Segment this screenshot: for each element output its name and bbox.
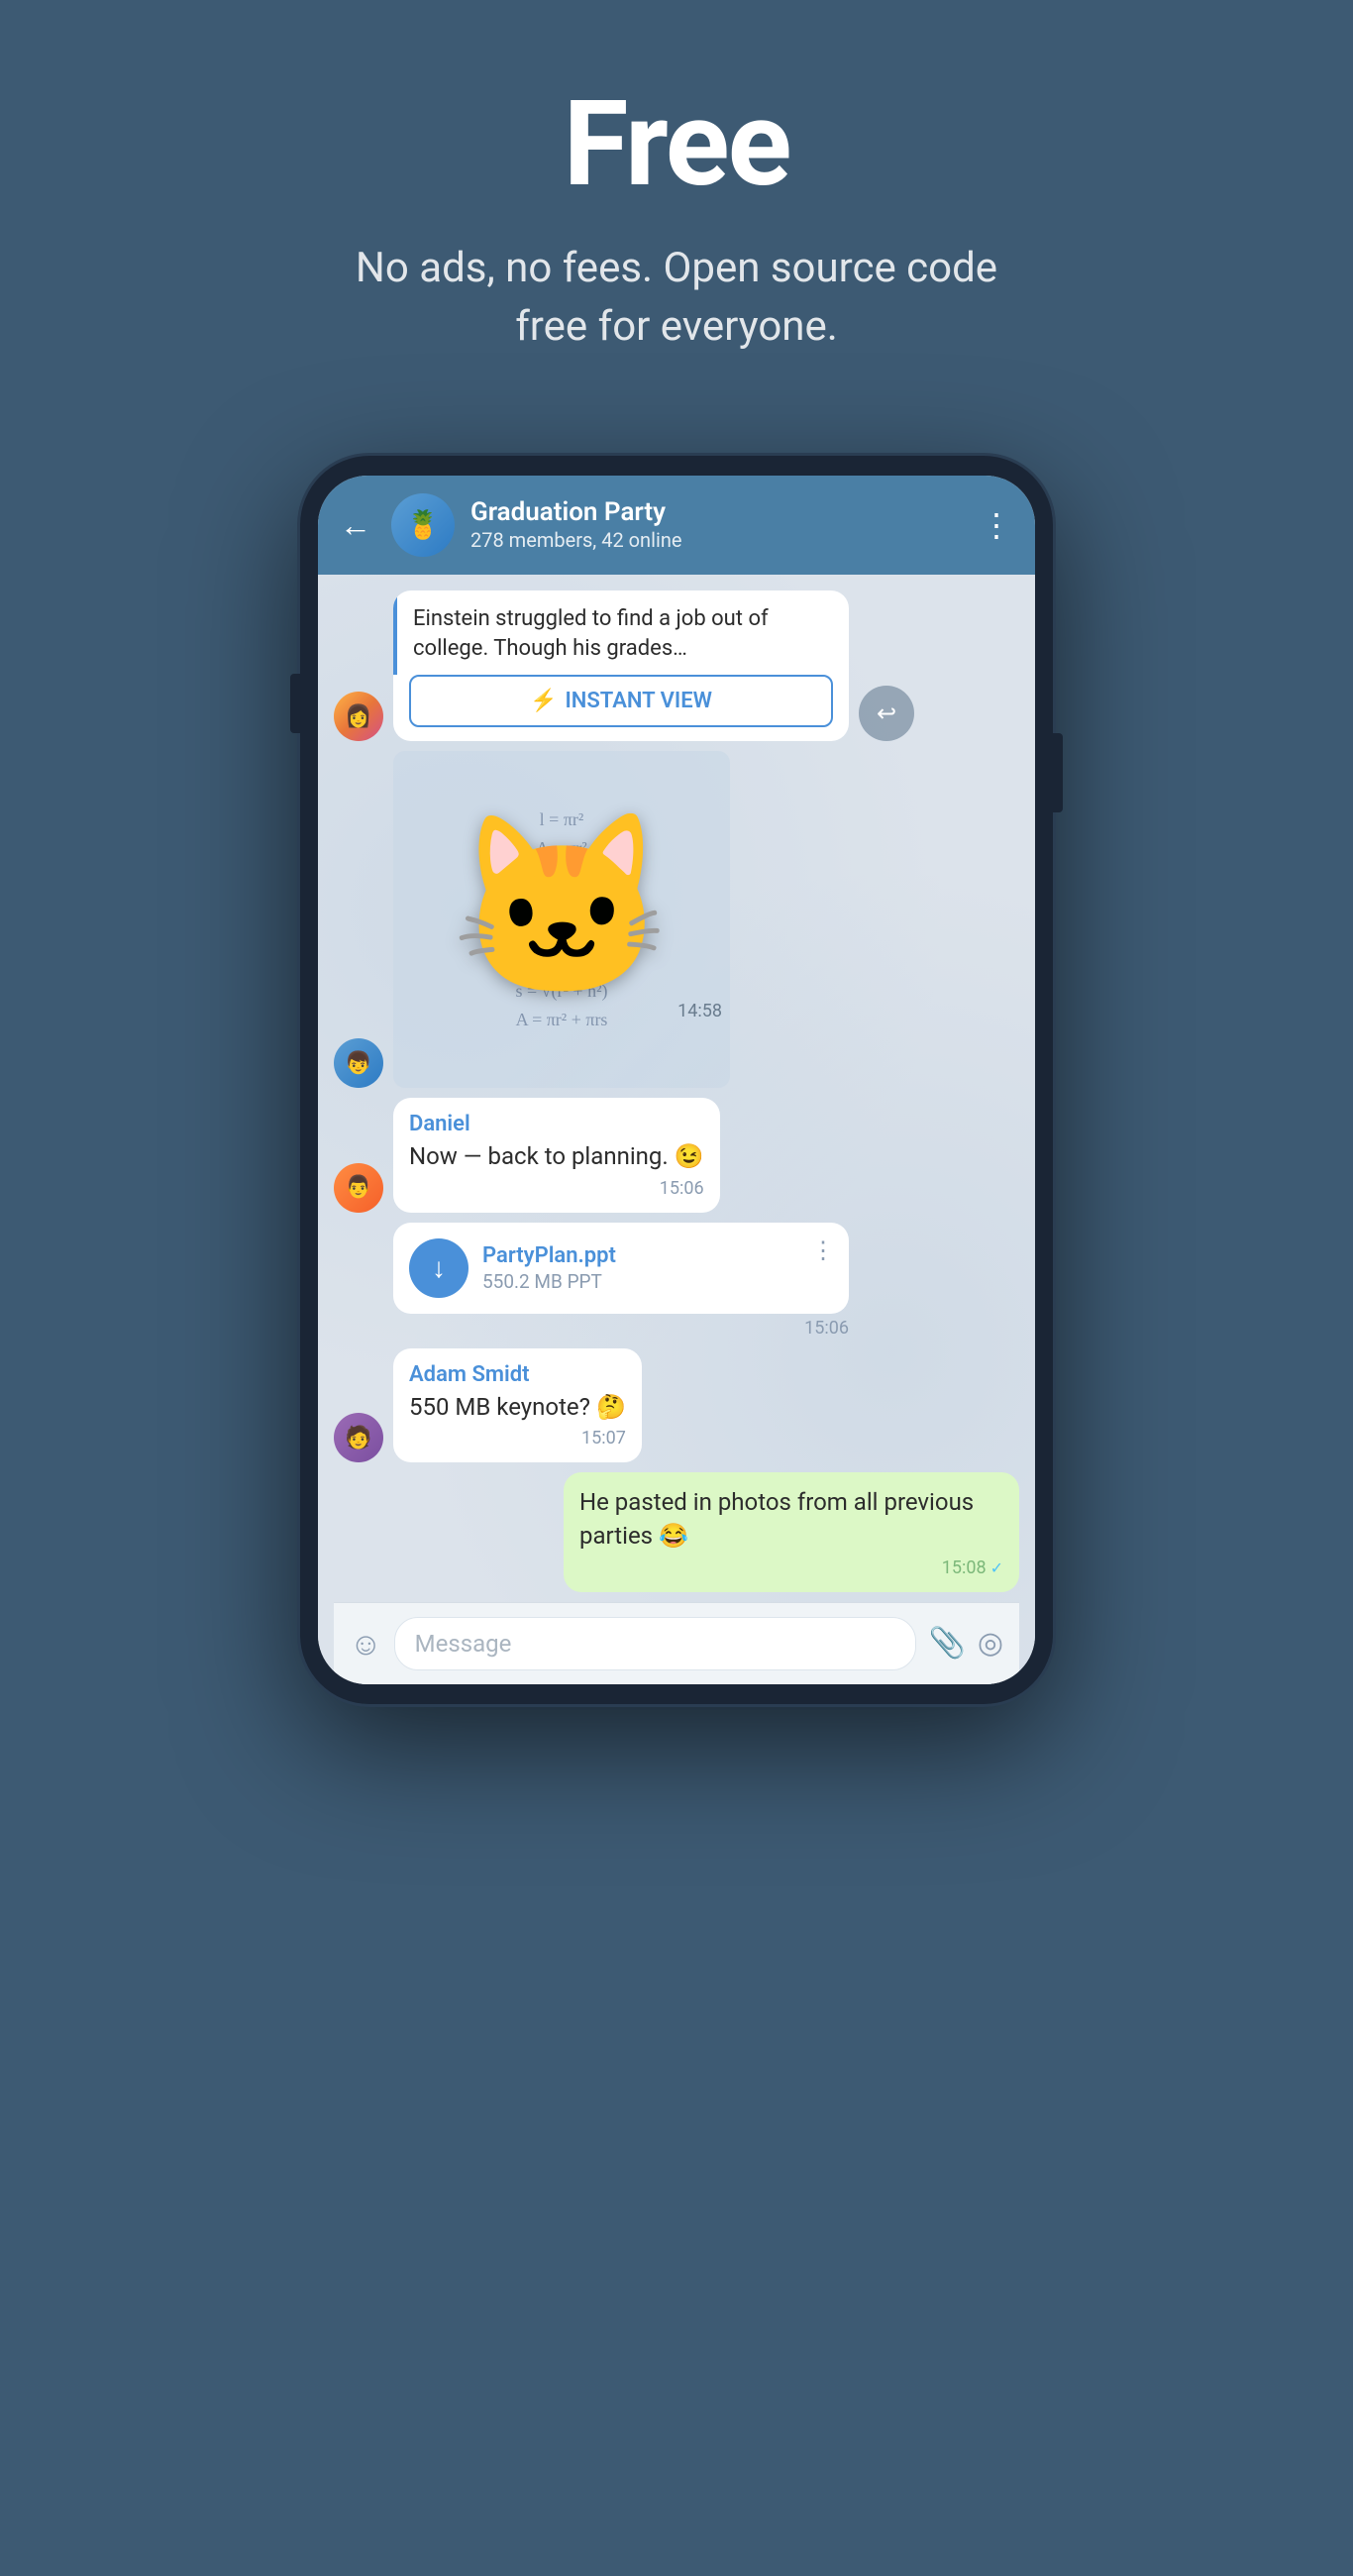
- group-members: 278 members, 42 online: [470, 528, 965, 552]
- emoji-button[interactable]: ☺: [350, 1625, 382, 1663]
- hero-subtitle: No ads, no fees. Open source code free f…: [330, 240, 1023, 357]
- own-message-bubble: He pasted in photos from all previous pa…: [564, 1472, 1019, 1591]
- attach-button[interactable]: 📎: [928, 1626, 965, 1661]
- download-icon: ↓: [432, 1251, 446, 1284]
- adam-bubble: Adam Smidt 550 MB keynote? 🤔 15:07: [393, 1348, 642, 1463]
- own-message-time: 15:08 ✓: [579, 1557, 1003, 1578]
- adam-message-time: 15:07: [409, 1428, 626, 1449]
- instant-view-label: INSTANT VIEW: [565, 689, 712, 713]
- share-icon: ↩: [877, 699, 896, 727]
- group-avatar-emoji: 🍍: [406, 508, 441, 541]
- instant-view-button[interactable]: ⚡ INSTANT VIEW: [409, 675, 833, 727]
- daniel-message-text: Now — back to planning. 😉: [409, 1140, 704, 1174]
- phone-outer: ← 🍍 Graduation Party 278 members, 42 onl…: [300, 456, 1053, 1704]
- file-name: PartyPlan.ppt: [482, 1243, 833, 1268]
- adam-message-text: 550 MB keynote? 🤔: [409, 1391, 626, 1425]
- header-menu-button[interactable]: ⋮: [981, 506, 1013, 544]
- chat-input-bar: ☺ Message 📎 ◎: [334, 1602, 1019, 1684]
- back-button[interactable]: ←: [340, 509, 371, 541]
- group-avatar: 🍍: [391, 493, 455, 557]
- share-button[interactable]: ↩: [859, 686, 914, 741]
- camera-button[interactable]: ◎: [978, 1626, 1003, 1661]
- checkmark-icon: ✓: [990, 1558, 1003, 1577]
- adam-message-row: 🧑 Adam Smidt 550 MB keynote? 🤔 15:07: [334, 1348, 1019, 1463]
- hero-section: Free No ads, no fees. Open source code f…: [0, 0, 1353, 416]
- sticker-time: 14:58: [677, 1001, 730, 1021]
- daniel-sender-name: Daniel: [409, 1112, 704, 1136]
- phone-screen: ← 🍍 Graduation Party 278 members, 42 onl…: [318, 476, 1035, 1684]
- message-placeholder: Message: [415, 1630, 512, 1658]
- group-info: Graduation Party 278 members, 42 online: [470, 497, 965, 552]
- adam-avatar: 🧑: [334, 1413, 383, 1462]
- article-message-row: 👩 Einstein struggled to find a job out o…: [334, 590, 1019, 742]
- file-menu-button[interactable]: ⋮: [811, 1236, 835, 1264]
- sticker-area: l = πr²A = πr²V = l³P = 2πrA = πr²s = √(…: [393, 751, 730, 1088]
- file-time: 15:06: [393, 1314, 849, 1339]
- chat-header: ← 🍍 Graduation Party 278 members, 42 onl…: [318, 476, 1035, 575]
- own-message-text: He pasted in photos from all previous pa…: [579, 1486, 1003, 1553]
- chat-body: 👩 Einstein struggled to find a job out o…: [318, 575, 1035, 1684]
- file-bubble: ↓ PartyPlan.ppt 550.2 MB PPT ⋮: [393, 1223, 849, 1314]
- daniel-avatar: 👨: [334, 1163, 383, 1213]
- group-name: Graduation Party: [470, 497, 965, 528]
- phone-mockup: ← 🍍 Graduation Party 278 members, 42 onl…: [300, 456, 1053, 1704]
- sticker-row: 👦 l = πr²A = πr²V = l³P = 2πrA = πr²s = …: [334, 751, 1019, 1088]
- own-message-row: He pasted in photos from all previous pa…: [334, 1472, 1019, 1591]
- article-preview-text: Einstein struggled to find a job out of …: [393, 590, 849, 676]
- file-size: 550.2 MB PPT: [482, 1270, 833, 1293]
- instant-view-icon: ⚡: [530, 689, 557, 713]
- file-download-button[interactable]: ↓: [409, 1238, 468, 1298]
- adam-sender-name: Adam Smidt: [409, 1362, 626, 1387]
- article-sender-avatar: 👩: [334, 692, 383, 741]
- daniel-message-time: 15:06: [409, 1178, 704, 1199]
- cat-sticker: 🐱: [393, 818, 730, 997]
- sticker-sender-avatar: 👦: [334, 1038, 383, 1088]
- file-message-row: ↓ PartyPlan.ppt 550.2 MB PPT ⋮ 15:06: [334, 1223, 1019, 1339]
- message-input[interactable]: Message: [394, 1617, 917, 1670]
- hero-title: Free: [564, 79, 790, 210]
- article-bubble: Einstein struggled to find a job out of …: [393, 590, 849, 742]
- daniel-bubble: Daniel Now — back to planning. 😉 15:06: [393, 1098, 720, 1213]
- file-info: PartyPlan.ppt 550.2 MB PPT: [482, 1243, 833, 1293]
- daniel-message-row: 👨 Daniel Now — back to planning. 😉 15:06: [334, 1098, 1019, 1213]
